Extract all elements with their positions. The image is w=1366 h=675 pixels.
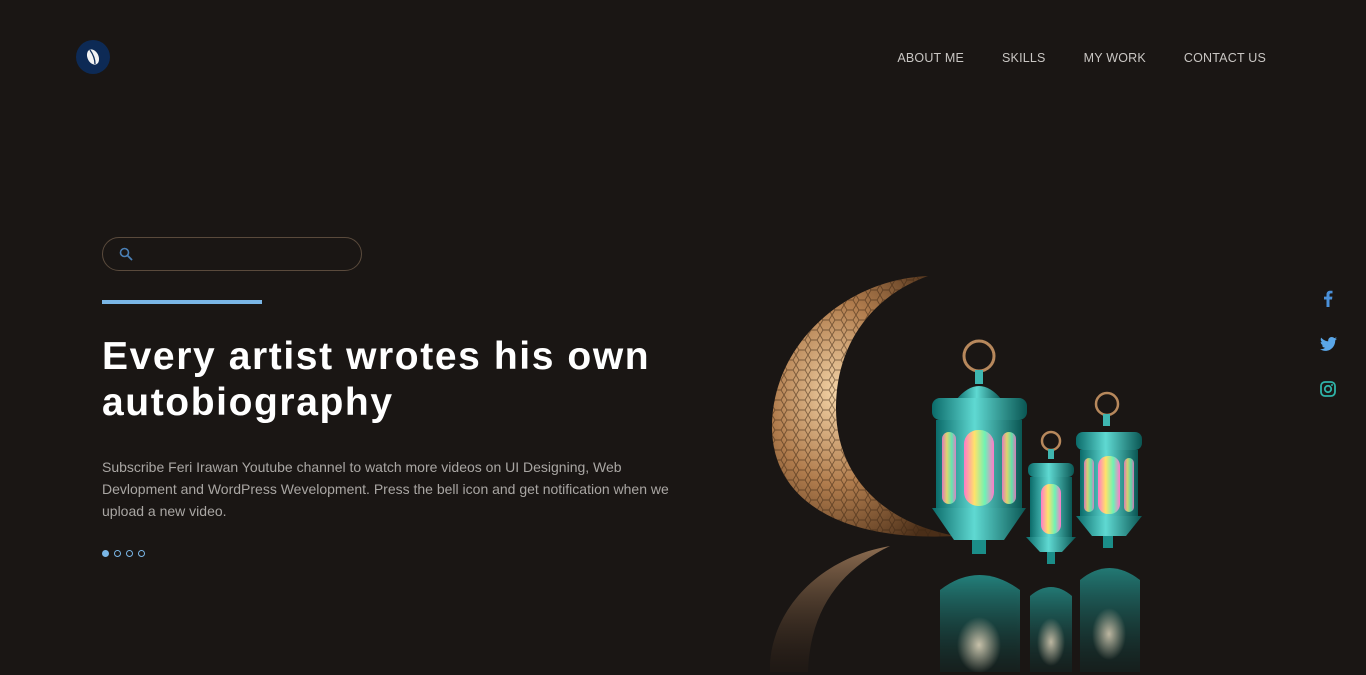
nav-my-work[interactable]: MY WORK — [1084, 51, 1146, 65]
lantern-large-reflection — [940, 575, 1020, 673]
lantern-medium-reflection — [1080, 568, 1140, 672]
accent-bar — [102, 300, 262, 304]
slider-dot[interactable] — [126, 550, 133, 557]
search-icon — [119, 247, 133, 261]
lantern-small — [1026, 430, 1076, 564]
moon-reflection — [769, 546, 890, 672]
facebook-icon — [1324, 290, 1333, 307]
nav-about-me[interactable]: ABOUT ME — [897, 51, 964, 65]
slider-dot[interactable] — [138, 550, 145, 557]
search-box[interactable] — [102, 237, 362, 271]
hero-description: Subscribe Feri Irawan Youtube channel to… — [102, 459, 669, 519]
logo-icon — [86, 49, 100, 65]
instagram-link[interactable] — [1318, 380, 1338, 397]
page: ABOUT ME SKILLS MY WORK CONTACT US Every… — [0, 0, 1366, 675]
twitter-link[interactable] — [1318, 335, 1338, 352]
hero-headline-line1: Every artist wrotes his own — [102, 335, 651, 378]
slider-dot[interactable] — [102, 550, 109, 557]
slider-dots — [102, 550, 145, 557]
hero-illustration — [769, 276, 1142, 673]
instagram-icon — [1320, 380, 1336, 397]
slider-dot[interactable] — [114, 550, 121, 557]
hero-headline: Every artist wrotes his own autobiograph… — [102, 334, 722, 426]
facebook-link[interactable] — [1318, 290, 1338, 307]
main-nav: ABOUT ME SKILLS MY WORK CONTACT US — [897, 51, 1266, 65]
social-links — [1318, 290, 1338, 397]
lantern-medium — [1076, 391, 1142, 548]
twitter-icon — [1319, 336, 1337, 351]
nav-contact-us[interactable]: CONTACT US — [1184, 51, 1266, 65]
logo[interactable] — [76, 40, 110, 74]
search-input[interactable] — [143, 246, 343, 262]
lantern-small-reflection — [1030, 587, 1072, 672]
nav-skills[interactable]: SKILLS — [1002, 51, 1046, 65]
hero-headline-line2: autobiography — [102, 381, 394, 424]
lantern-large — [932, 339, 1027, 554]
